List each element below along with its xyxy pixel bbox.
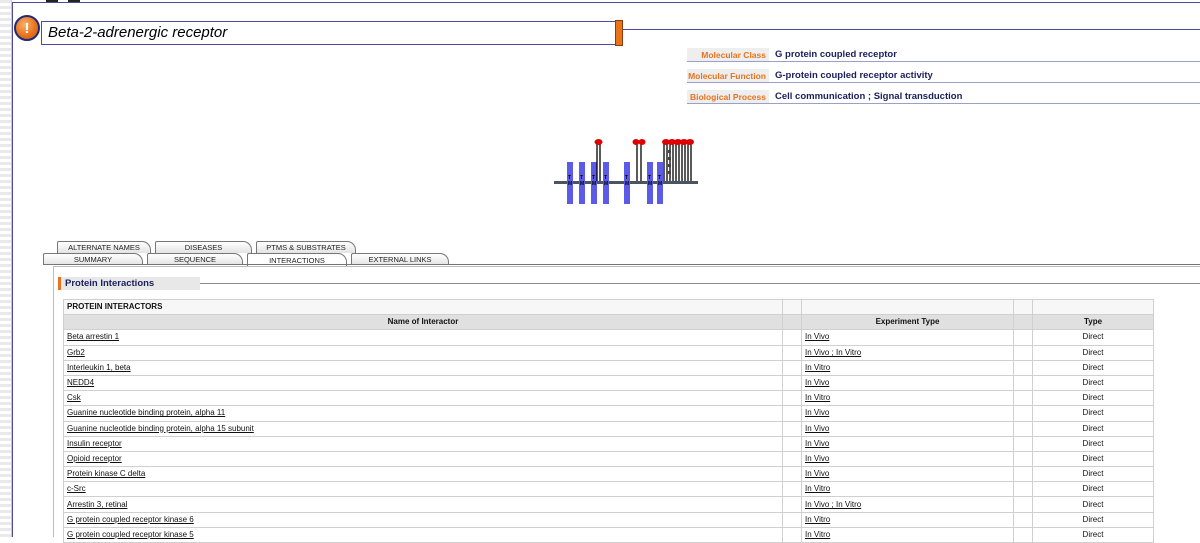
svg-text:M: M <box>658 181 662 187</box>
table-row: Guanine nucleotide binding protein, alph… <box>63 405 1154 422</box>
experiment-type-link[interactable]: In Vitro <box>801 481 1014 498</box>
section-title: PROTEIN INTERACTORS <box>63 298 783 316</box>
interactors-body: Beta arrestin 1 In Vivo Direct Grb2 In Vivo … <box>63 329 1154 543</box>
table-row: Protein kinase C delta In Vivo Direct <box>63 466 1154 483</box>
table-row: NEDD4 In Vivo Direct <box>63 374 1154 392</box>
interactor-name-link[interactable]: G protein coupled receptor kinase 5 <box>63 526 783 543</box>
ptm-site-markers <box>594 139 694 145</box>
title-divider <box>623 29 1200 30</box>
molecule-info-table: Molecular Class G protein coupled recept… <box>687 48 1200 111</box>
interactor-name-link[interactable]: Csk <box>63 390 783 407</box>
table-row: Beta arrestin 1 In Vivo Direct <box>63 329 1154 346</box>
column-header-experiment: Experiment Type <box>801 314 1014 331</box>
ptm-stalks <box>596 144 692 181</box>
panel-title: Protein Interactions <box>58 277 200 290</box>
table-row: Insulin receptor In Vivo Direct <box>63 435 1154 452</box>
table-section-row: PROTEIN INTERACTORS <box>63 298 1154 316</box>
page-title: Beta-2-adrenergic receptor <box>41 21 616 45</box>
interaction-type: Direct <box>1032 435 1154 452</box>
info-value: Cell communication ; Signal transduction <box>775 91 963 102</box>
table-row: G protein coupled receptor kinase 5 In Vi… <box>63 526 1154 543</box>
interaction-type: Direct <box>1032 511 1154 528</box>
panel-title-divider <box>200 283 1200 284</box>
interaction-type: Direct <box>1032 450 1154 468</box>
svg-text:M: M <box>604 181 608 187</box>
protein-domain-diagram: TM TM TM TM TM TM TM <box>554 139 698 204</box>
table-row: Arrestin 3, retinal In Vivo ; In Vitro Dir… <box>63 496 1154 513</box>
info-row-molecular-function: Molecular Function G-protein coupled rec… <box>687 69 1200 83</box>
interactor-name-link[interactable]: c-Src <box>63 481 783 498</box>
interaction-type: Direct <box>1032 374 1154 392</box>
interactor-name-link[interactable]: Arrestin 3, retinal <box>63 496 783 513</box>
experiment-type-link[interactable]: In Vivo <box>801 405 1014 422</box>
interaction-type: Direct <box>1032 344 1154 361</box>
interaction-type: Direct <box>1032 466 1154 483</box>
title-accent-bar <box>615 20 623 46</box>
interactor-name-link[interactable]: NEDD4 <box>63 374 783 392</box>
table-row: G protein coupled receptor kinase 6 In Vi… <box>63 511 1154 528</box>
interactor-name-link[interactable]: Insulin receptor <box>63 435 783 452</box>
experiment-type-link[interactable]: In Vivo <box>801 420 1014 437</box>
svg-text:M: M <box>648 181 652 187</box>
frame-left-border <box>12 2 13 537</box>
interaction-type: Direct <box>1032 405 1154 422</box>
experiment-type-link[interactable]: In Vivo <box>801 450 1014 468</box>
info-row-biological-process: Biological Process Cell communication ; … <box>687 90 1200 104</box>
interaction-type: Direct <box>1032 496 1154 513</box>
info-value: G-protein coupled receptor activity <box>775 70 933 81</box>
tab-alternate-names[interactable]: ALTERNATE NAMES <box>57 241 151 253</box>
interactor-name-link[interactable]: Grb2 <box>63 344 783 361</box>
experiment-type-link[interactable]: In Vivo ; In Vitro <box>801 344 1014 361</box>
experiment-type-link[interactable]: In Vitro <box>801 526 1014 543</box>
tab-diseases[interactable]: DISEASES <box>155 241 252 253</box>
info-label: Molecular Function <box>687 69 769 82</box>
interaction-type: Direct <box>1032 420 1154 437</box>
table-row: Csk In Vitro Direct <box>63 390 1154 407</box>
interactor-name-link[interactable]: Opioid receptor <box>63 450 783 468</box>
interactor-name-link[interactable]: Beta arrestin 1 <box>63 329 783 346</box>
interactor-name-link[interactable]: Guanine nucleotide binding protein, alph… <box>63 420 783 437</box>
info-value: G protein coupled receptor <box>775 49 897 60</box>
svg-text:M: M <box>580 181 584 187</box>
table-row: Interleukin 1, beta In Vitro Direct <box>63 359 1154 376</box>
table-row: Guanine nucleotide binding protein, alph… <box>63 420 1154 437</box>
info-label: Molecular Class <box>687 48 769 61</box>
experiment-type-link[interactable]: In Vivo ; In Vitro <box>801 496 1014 513</box>
table-row: Opioid receptor In Vivo Direct <box>63 450 1154 468</box>
table-row: Grb2 In Vivo ; In Vitro Direct <box>63 344 1154 361</box>
frame-top-border <box>12 2 1200 3</box>
info-label: Biological Process <box>687 90 769 103</box>
svg-text:M: M <box>592 181 596 187</box>
experiment-type-link[interactable]: In Vitro <box>801 359 1014 376</box>
column-header-name: Name of Interactor <box>63 314 783 331</box>
tabs-baseline <box>43 264 1200 265</box>
interaction-type: Direct <box>1032 359 1154 376</box>
tab-ptms-substrates[interactable]: PTMs & SUBSTRATES <box>256 241 356 253</box>
left-scroll-rail <box>0 0 12 537</box>
interaction-type: Direct <box>1032 390 1154 407</box>
experiment-type-link[interactable]: In Vivo <box>801 466 1014 483</box>
interactor-name-link[interactable]: Protein kinase C delta <box>63 466 783 483</box>
experiment-type-link[interactable]: In Vitro <box>801 390 1014 407</box>
interactor-name-link[interactable]: Guanine nucleotide binding protein, alph… <box>63 405 783 422</box>
svg-text:M: M <box>625 181 629 187</box>
table-row: c-Src In Vitro Direct <box>63 481 1154 498</box>
interaction-type: Direct <box>1032 329 1154 346</box>
alert-icon: ! <box>14 15 40 41</box>
interactor-name-link[interactable]: Interleukin 1, beta <box>63 359 783 376</box>
interaction-type: Direct <box>1032 526 1154 543</box>
protein-interactors-table: PROTEIN INTERACTORS Name of Interactor E… <box>63 298 1154 543</box>
table-header-row: Name of Interactor Experiment Type Type <box>63 314 1154 331</box>
experiment-type-link[interactable]: In Vitro <box>801 511 1014 528</box>
interaction-type: Direct <box>1032 481 1154 498</box>
experiment-type-link[interactable]: In Vivo <box>801 435 1014 452</box>
column-header-type: Type <box>1032 314 1154 331</box>
svg-text:M: M <box>568 181 572 187</box>
experiment-type-link[interactable]: In Vivo <box>801 374 1014 392</box>
info-row-molecular-class: Molecular Class G protein coupled recept… <box>687 48 1200 62</box>
experiment-type-link[interactable]: In Vivo <box>801 329 1014 346</box>
interactor-name-link[interactable]: G protein coupled receptor kinase 6 <box>63 511 783 528</box>
